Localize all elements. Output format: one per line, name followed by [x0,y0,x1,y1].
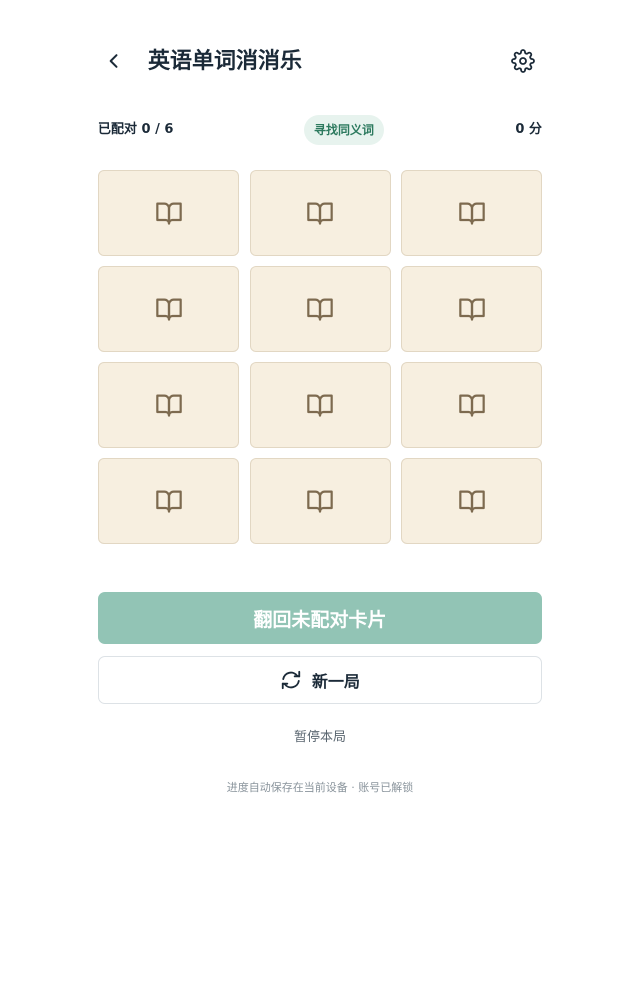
word-card[interactable] [401,170,542,256]
matched-count: 已配对 0 / 6 [98,122,174,137]
flip-back-label: 翻回未配对卡片 [253,608,387,631]
book-open-icon [307,298,333,321]
back-button[interactable] [98,45,130,77]
settings-button[interactable] [507,45,539,77]
book-open-icon [458,490,485,513]
word-card[interactable] [401,362,542,448]
book-open-icon [155,490,182,513]
card-grid [98,170,542,544]
flip-back-button[interactable]: 翻回未配对卡片 [98,592,542,644]
chevron-left-icon [109,54,118,68]
book-open-icon [155,298,182,321]
word-card[interactable] [98,266,239,352]
page-title: 英语单词消消乐 [148,49,303,74]
word-card[interactable] [249,458,391,544]
word-card[interactable] [401,458,542,544]
pause-link[interactable]: 暂停本局 [0,728,640,748]
book-open-icon [155,394,182,417]
refresh-icon [281,670,301,690]
word-card[interactable] [98,362,239,448]
book-open-icon [458,298,485,321]
book-open-icon [307,490,333,513]
new-game-button[interactable]: 新一局 [98,656,542,704]
gear-icon [511,49,535,73]
game-screen: 英语单词消消乐 已配对 0 / 6 寻找同义词 0 分 翻回未配对卡片 新一局 … [0,0,640,1000]
word-card[interactable] [249,170,391,256]
book-open-icon [155,202,182,225]
word-card[interactable] [249,266,391,352]
mode-badge: 寻找同义词 [304,115,384,145]
footnote: 进度自动保存在当前设备 · 账号已解锁 [226,781,414,794]
new-game-label: 新一局 [311,672,360,691]
book-open-icon [458,394,485,417]
word-card[interactable] [249,362,391,448]
score: 0 分 [515,122,542,137]
word-card[interactable] [401,266,542,352]
word-card[interactable] [98,170,239,256]
book-open-icon [458,202,485,225]
book-open-icon [307,394,333,417]
word-card[interactable] [98,458,239,544]
book-open-icon [307,202,333,225]
